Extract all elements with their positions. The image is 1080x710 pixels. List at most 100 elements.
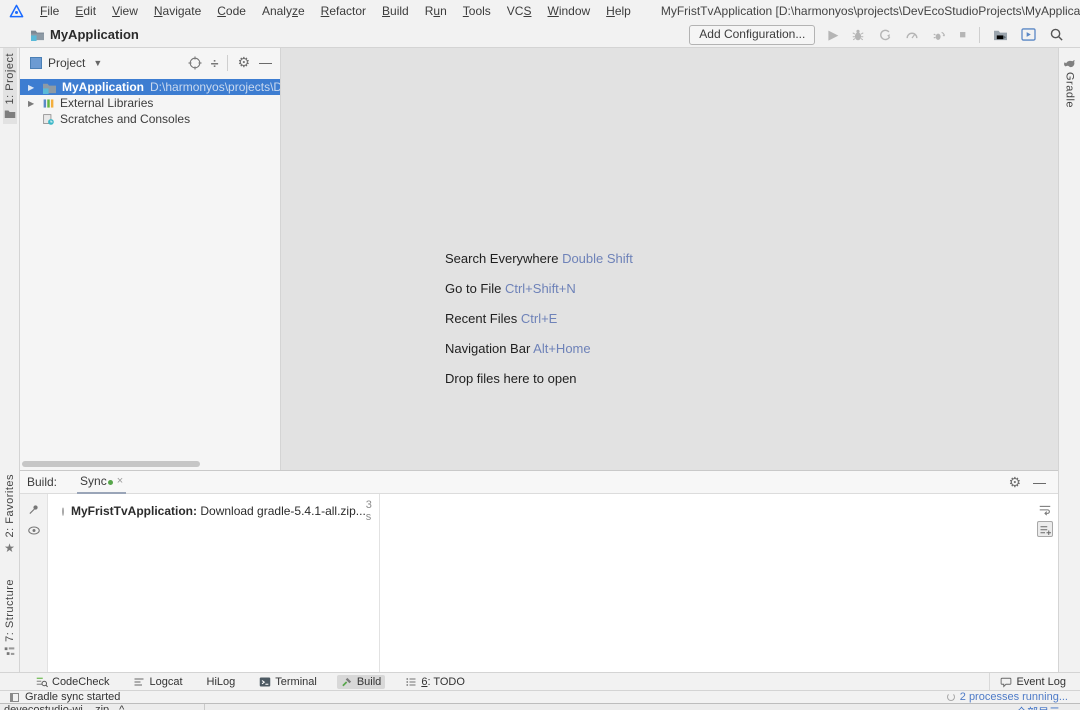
toolwindow-button-logcat[interactable]: Logcat [129, 675, 186, 689]
menu-view[interactable]: View [104, 0, 146, 22]
deveco-studio-logo-icon [9, 4, 24, 19]
build-task-duration: 3 s [365, 499, 372, 523]
project-panel-header: Project ▼ ÷ ⚙ — [20, 48, 280, 77]
progress-spinner-icon [62, 506, 64, 516]
tree-row[interactable]: ▶ External Libraries [20, 95, 280, 111]
add-configuration-button[interactable]: Add Configuration... [689, 24, 816, 45]
build-settings-icon[interactable] [1037, 521, 1053, 537]
menu-tools[interactable]: Tools [455, 0, 499, 22]
background-processes[interactable]: 2 processes running... [946, 691, 1068, 703]
menu-vcs[interactable]: VCS [499, 0, 540, 22]
processes-label: 2 processes running... [959, 691, 1068, 703]
toolbar-separator [979, 26, 980, 43]
sdk-manager-icon[interactable] [993, 28, 1008, 41]
close-tab-icon[interactable]: × [117, 475, 123, 487]
build-console [380, 494, 1032, 672]
toolwindow-toggle-icon[interactable] [10, 692, 19, 702]
build-gutter [20, 494, 48, 672]
toolwindow-button-label: 6: TODO [421, 675, 465, 688]
shortcut-hints: Search Everywhere Double Shift Go to File… [445, 244, 633, 394]
download-item[interactable]: devecostudio-wi....zip ^ [0, 704, 205, 710]
sync-tab-label: Sync [80, 473, 107, 488]
restart-debug-icon[interactable] [932, 28, 946, 42]
tree-node-label: External Libraries [60, 96, 154, 110]
soft-wrap-icon[interactable] [1038, 502, 1052, 516]
project-stripe-label: 1: Project [3, 53, 16, 105]
build-header: Build: Sync × ⚙ — [20, 471, 1058, 494]
run-icon[interactable]: ▶ [828, 27, 838, 43]
shortcut-hint: Drop files here to open [445, 364, 633, 394]
shortcut-keys: Ctrl+Shift+N [504, 281, 576, 296]
project-tree: ▶ MyApplication D:\harmonyos\projects\DevE… [20, 79, 280, 127]
tree-row[interactable]: ▶ MyApplication D:\harmonyos\projects\DevE… [20, 79, 280, 95]
gradle-icon [1063, 57, 1076, 68]
collapse-all-icon[interactable]: ÷ [211, 55, 219, 71]
shortcut-hint: Go to File Ctrl+Shift+N [445, 274, 633, 304]
toolwindow-button-codecheck[interactable]: CodeCheck [32, 675, 113, 689]
bottom-tool-bar: CodeCheck Logcat HiLog Terminal Build 6: TODO… [0, 672, 1080, 690]
window-title: MyFristTvApplication [D:\harmonyos\proje… [660, 4, 1080, 18]
stop-icon[interactable]: ■ [959, 29, 966, 41]
shortcut-keys: Double Shift [562, 251, 633, 266]
expand-arrow-icon[interactable]: ▶ [28, 83, 42, 92]
title-bar: File Edit View Navigate Code Analyze Refactor B… [0, 0, 1080, 22]
search-icon[interactable] [1049, 27, 1064, 42]
hammer-icon [341, 676, 353, 688]
build-tool-window: Build: Sync × ⚙ — MyFristTvApplication: … [20, 470, 1058, 672]
menu-code[interactable]: Code [209, 0, 254, 22]
menu-run[interactable]: Run [417, 0, 455, 22]
menu-file[interactable]: File [32, 0, 67, 22]
sidebar-item-project[interactable]: 1: Project [2, 48, 17, 125]
toolwindow-button-6todo[interactable]: 6: TODO [401, 675, 469, 689]
toolwindow-button-build[interactable]: Build [336, 674, 386, 689]
todo-icon [405, 676, 417, 688]
debug-icon[interactable] [851, 28, 865, 42]
project-view-icon [30, 56, 42, 69]
project-view-selector[interactable]: Project ▼ [30, 56, 102, 70]
menu-edit[interactable]: Edit [67, 0, 104, 22]
build-output-tree: MyFristTvApplication: Download gradle-5.… [48, 494, 380, 672]
gradle-stripe-label: Gradle [1063, 72, 1076, 109]
build-console-actions [1032, 494, 1058, 672]
hide-panel-icon[interactable]: — [259, 55, 272, 70]
download-expand-icon[interactable]: ^ [119, 704, 124, 710]
gear-icon[interactable]: ⚙ [237, 54, 250, 71]
toolwindow-button-label: Logcat [149, 675, 183, 688]
event-log-label: Event Log [1016, 675, 1066, 688]
toolwindow-button-terminal[interactable]: Terminal [255, 675, 321, 689]
pin-icon[interactable] [27, 503, 40, 516]
stripe-label: 7: Structure [3, 579, 16, 642]
menu-window[interactable]: Window [539, 0, 598, 22]
sync-status-dot [107, 480, 113, 485]
menu-help[interactable]: Help [598, 0, 639, 22]
tree-row[interactable]: Scratches and Consoles [20, 111, 280, 127]
project-panel-title: Project [48, 55, 86, 70]
breadcrumb-label: MyApplication [50, 27, 139, 42]
breadcrumb[interactable]: MyApplication [30, 27, 139, 42]
menu-navigate[interactable]: Navigate [146, 0, 209, 22]
expand-arrow-icon[interactable]: ▶ [28, 99, 42, 108]
menu-analyze[interactable]: Analyze [254, 0, 313, 22]
profile-icon[interactable] [905, 28, 919, 42]
horizontal-scrollbar[interactable] [22, 461, 200, 467]
gear-icon[interactable]: ⚙ [1008, 474, 1021, 491]
toolwindow-button-label: HiLog [206, 675, 236, 688]
eye-icon[interactable] [27, 525, 41, 536]
toolwindow-button-hilog[interactable]: HiLog [203, 675, 240, 689]
menu-refactor[interactable]: Refactor [313, 0, 374, 22]
event-log-button[interactable]: Event Log [989, 673, 1080, 690]
download-filename: devecostudio-wi....zip [4, 704, 110, 710]
project-panel: Project ▼ ÷ ⚙ — ▶ MyApplication D:\harmony… [20, 48, 281, 470]
device-manager-icon[interactable] [1021, 28, 1036, 41]
build-body: MyFristTvApplication: Download gradle-5.… [20, 494, 1058, 672]
attach-debugger-icon[interactable] [878, 28, 892, 42]
sidebar-item-gradle[interactable]: Gradle [1062, 52, 1077, 113]
build-task-row[interactable]: MyFristTvApplication: Download gradle-5.… [48, 497, 379, 525]
menu-build[interactable]: Build [374, 0, 417, 22]
libraries-icon [42, 97, 55, 110]
hide-panel-icon[interactable]: — [1033, 475, 1046, 490]
tab-sync[interactable]: Sync × [77, 471, 127, 494]
show-all-downloads-link[interactable]: 全部显示 [1016, 704, 1060, 710]
locate-file-icon[interactable] [188, 55, 202, 70]
scratches-icon [42, 113, 55, 126]
